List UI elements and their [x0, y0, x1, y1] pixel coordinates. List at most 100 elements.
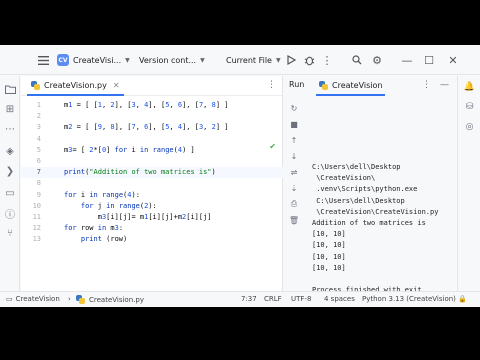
console-line: .venv\Scripts\python.exe — [312, 185, 418, 194]
console-line: [10, 10] — [312, 241, 346, 250]
scroll-up-icon[interactable]: ↑ — [288, 134, 300, 146]
code-text: for i in range(4): — [64, 190, 140, 199]
code-line[interactable]: 7 print("Addition of two matrices is") — [21, 167, 283, 179]
python-interpreter[interactable]: Python 3.13 (CreateVision) — [362, 295, 456, 303]
code-line[interactable]: 13 print (row) — [21, 234, 283, 245]
structure-icon[interactable]: ⊞ — [3, 102, 17, 116]
code-line[interactable]: 4 — [21, 134, 283, 145]
caret-position[interactable]: 7:37 — [241, 295, 257, 303]
close-window-icon[interactable]: ✕ — [446, 53, 460, 67]
console-line: [10, 10] — [312, 263, 346, 272]
debug-icon[interactable] — [302, 53, 316, 67]
console-line: [10, 10] — [312, 230, 346, 239]
settings-gear-icon[interactable]: ⚙ — [370, 53, 384, 67]
run-tool-strip: ↻ ■ ↑ ↓ ⇌ ⇣ ⎙ 🗑 — [284, 96, 304, 291]
print-icon[interactable]: ⎙ — [288, 198, 300, 210]
line-number: 12 — [32, 224, 41, 233]
database-icon[interactable]: ⛁ — [463, 100, 476, 113]
console-line: \CreateVision\CreateVision.py — [312, 207, 439, 216]
status-bar: ▭ CreateVision › CreateVision.py 7:37 CR… — [0, 291, 480, 307]
hide-panel-icon[interactable]: — — [440, 80, 449, 90]
line-number: 3 — [36, 123, 41, 132]
line-number: 13 — [32, 235, 41, 244]
code-line[interactable]: 6 — [21, 156, 283, 167]
readonly-lock-icon[interactable]: 🔒 — [458, 295, 467, 303]
problems-icon[interactable]: ⓘ — [3, 206, 17, 221]
code-text: m3= [ 2*[0] for i in range(4) ] — [64, 145, 195, 154]
more-options-icon[interactable]: ⋮ — [422, 80, 431, 90]
console-line: C:\Users\dell\Desktop — [312, 196, 405, 205]
python-file-icon — [319, 80, 328, 90]
editor-tab-bar: CreateVision.py ✕ ⋮ — [21, 76, 282, 96]
run-config-label: Current File — [226, 55, 272, 65]
code-line[interactable]: 11 m3[i][j]= m1[i][j]+m2[i][j] — [21, 212, 283, 223]
tab-createvision-py[interactable]: CreateVision.py ✕ — [27, 76, 124, 96]
delete-icon[interactable]: 🗑 — [288, 214, 300, 226]
ai-assistant-icon[interactable]: ◎ — [463, 120, 476, 133]
soft-wrap-icon[interactable]: ⇌ — [288, 166, 300, 178]
indent-setting[interactable]: 4 spaces — [324, 295, 355, 303]
tab-label: CreateVision.py — [44, 80, 107, 90]
run-panel: Run CreateVision ⋮ — ↻ ■ ↑ ↓ ⇌ ⇣ ⎙ 🗑 C:\… — [284, 76, 457, 305]
python-file-icon — [31, 80, 40, 90]
code-line[interactable]: 3 m2 = [ [9, 8], [7, 6], [5, 4], [3, 2] ] — [21, 122, 283, 133]
breadcrumb-project[interactable]: ▭ CreateVision — [6, 295, 60, 303]
folder-icon[interactable] — [3, 82, 17, 96]
project-badge: CV — [57, 54, 69, 66]
notifications-icon[interactable]: 🔔 — [463, 80, 476, 93]
code-text: for row in m3: — [64, 224, 124, 233]
line-number: 1 — [36, 101, 41, 109]
more-tools-icon[interactable]: ⋯ — [3, 122, 17, 136]
line-number: 2 — [36, 112, 41, 121]
line-number: 8 — [36, 179, 41, 188]
search-icon[interactable] — [350, 53, 364, 67]
minimize-icon[interactable]: — — [400, 53, 414, 67]
code-line[interactable]: 8 — [21, 178, 283, 189]
folder-icon: ▭ — [6, 295, 13, 303]
run-icon[interactable] — [284, 53, 298, 67]
chevron-down-icon: ▼ — [200, 56, 205, 64]
close-tab-icon[interactable]: ✕ — [113, 81, 120, 90]
code-line[interactable]: 9 for i in range(4): — [21, 190, 283, 201]
status-project: CreateVision — [15, 295, 60, 303]
code-line[interactable]: 12 for row in m3: — [21, 223, 283, 234]
python-packages-icon[interactable]: ◈ — [3, 144, 17, 158]
tab-run-createvision[interactable]: CreateVision — [316, 76, 386, 96]
version-control-icon[interactable]: ⑂ — [3, 226, 17, 240]
file-encoding[interactable]: UTF-8 — [291, 295, 311, 303]
code-line[interactable]: 10 for j in range(2): — [21, 201, 283, 212]
scroll-down-icon[interactable]: ↓ — [288, 150, 300, 162]
line-number: 9 — [36, 190, 41, 199]
project-name: CreateVisi... — [73, 55, 122, 65]
stop-icon[interactable]: ■ — [288, 118, 300, 130]
chevron-down-icon: ▼ — [275, 56, 281, 64]
code-text: print (row) — [80, 235, 128, 244]
breadcrumb-file[interactable]: CreateVision.py — [76, 295, 144, 304]
vcs-selector[interactable]: Version cont... ▼ — [139, 45, 205, 75]
chevron-down-icon: ▼ — [125, 56, 130, 64]
breadcrumb-separator: › — [68, 295, 71, 303]
line-separator[interactable]: CRLF — [264, 295, 282, 303]
maximize-icon[interactable]: ☐ — [422, 53, 436, 67]
rerun-icon[interactable]: ↻ — [288, 102, 300, 114]
run-config-selector[interactable]: Current File ▼ — [226, 45, 281, 75]
code-line[interactable]: 5 m3= [ 2*[0] for i in range(4) ] — [21, 145, 283, 156]
line-number: 5 — [36, 145, 41, 154]
code-line[interactable]: 2 — [21, 111, 283, 122]
python-console-icon[interactable]: ❯ — [3, 164, 17, 178]
vcs-label: Version cont... — [139, 55, 197, 65]
terminal-icon[interactable]: ▭ — [3, 186, 17, 200]
code-text: m1 = [ [1, 2], [3, 4], [5, 6], [7, 8] ] — [64, 101, 229, 109]
right-tool-strip: 🔔 ⛁ ◎ — [457, 76, 480, 291]
code-text: for j in range(2): — [80, 201, 157, 210]
more-actions-icon[interactable]: ⋮ — [320, 53, 334, 67]
scroll-to-end-icon[interactable]: ⇣ — [288, 182, 300, 194]
hamburger-menu-icon[interactable] — [36, 53, 50, 67]
python-file-icon — [76, 295, 85, 304]
code-line[interactable]: 1 m1 = [ [1, 2], [3, 4], [5, 6], [7, 8] ] — [21, 100, 283, 111]
console-line: Addition of two matrices is — [312, 219, 426, 227]
main-toolbar: CV CreateVisi... ▼ Version cont... ▼ Cur… — [0, 45, 480, 75]
tab-options-icon[interactable]: ⋮ — [267, 80, 276, 90]
console-line: C:\Users\dell\Desktop — [312, 163, 401, 171]
project-selector[interactable]: CV CreateVisi... ▼ — [57, 45, 130, 75]
